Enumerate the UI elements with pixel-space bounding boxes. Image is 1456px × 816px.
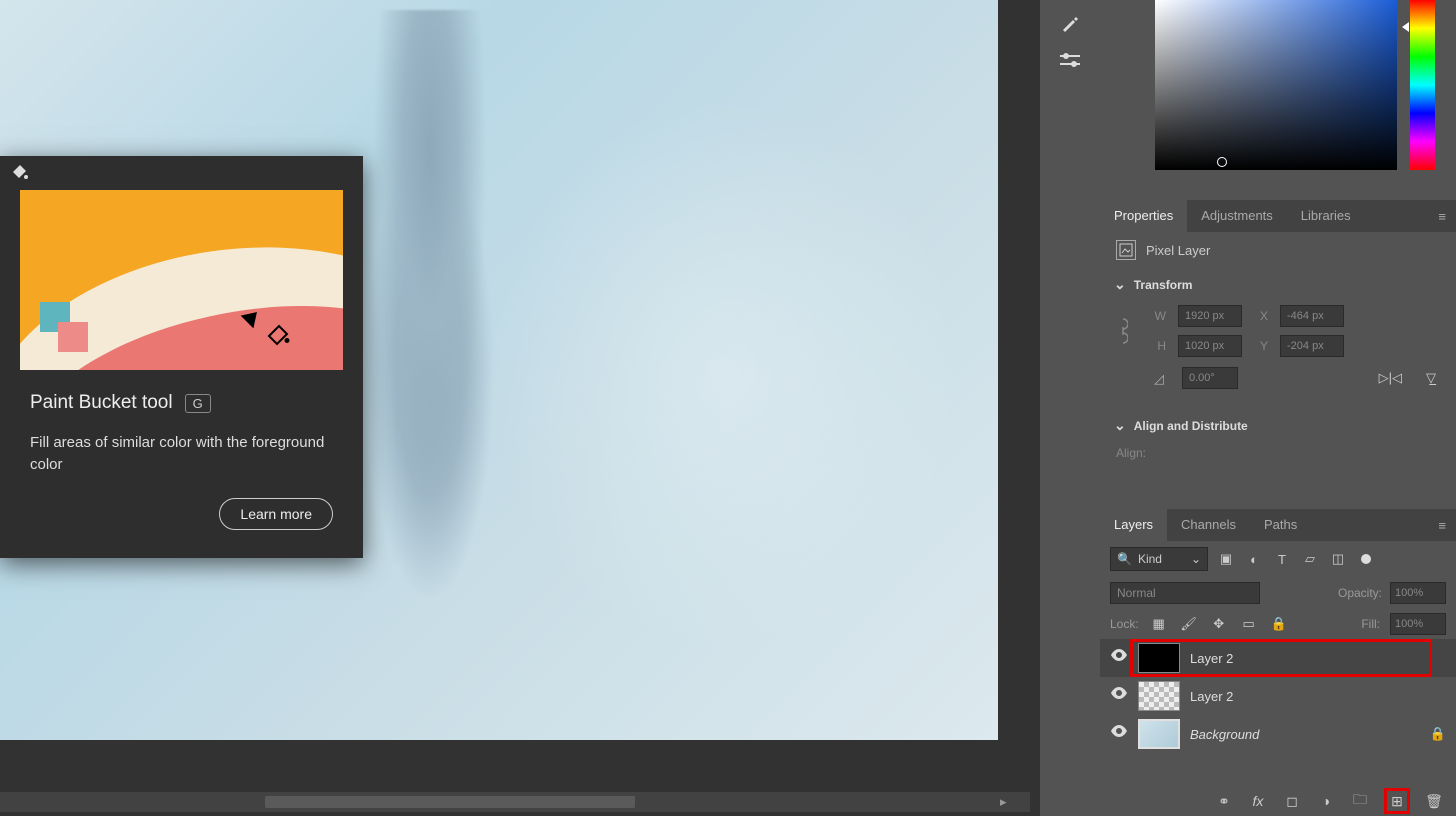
tab-layers[interactable]: Layers: [1100, 509, 1167, 541]
color-picker-marker[interactable]: [1217, 157, 1227, 167]
panel-menu-icon[interactable]: ≡: [1438, 518, 1456, 533]
fill-input[interactable]: 100%: [1390, 613, 1446, 635]
pixel-layer-icon: [1116, 240, 1136, 260]
pixel-layer-label: Pixel Layer: [1146, 243, 1210, 258]
layer-name[interactable]: Layer 2: [1190, 651, 1233, 666]
lock-image-icon[interactable]: 🖌: [1179, 614, 1199, 634]
filter-pixel-icon[interactable]: ▣: [1216, 549, 1236, 569]
adjustment-layer-icon[interactable]: ◑: [1316, 791, 1336, 811]
filter-adjustment-icon[interactable]: ◐: [1244, 549, 1264, 569]
kind-label: Kind: [1138, 552, 1162, 566]
tab-properties[interactable]: Properties: [1100, 200, 1187, 232]
layer-fx-icon[interactable]: fx: [1248, 791, 1268, 811]
tab-libraries[interactable]: Libraries: [1287, 200, 1365, 232]
adjustments-sliders-icon[interactable]: [1058, 48, 1082, 72]
scrollbar-thumb[interactable]: [265, 796, 635, 808]
layer-name[interactable]: Layer 2: [1190, 689, 1233, 704]
height-label: H: [1152, 339, 1166, 353]
tooltip-shortcut: G: [185, 394, 211, 413]
transform-section-header[interactable]: Transform: [1100, 268, 1456, 301]
hue-strip[interactable]: [1410, 0, 1435, 170]
fill-label: Fill:: [1361, 617, 1380, 631]
new-layer-icon[interactable]: ⊞: [1384, 788, 1410, 814]
properties-panel: Pixel Layer Transform W X H Y: [1100, 232, 1456, 464]
hue-slider-arrow[interactable]: [1402, 22, 1409, 32]
collapsed-panel-strip: [1040, 0, 1100, 816]
align-distribute-label: Align and Distribute: [1134, 419, 1248, 433]
canvas-mist: [450, 50, 998, 700]
visibility-eye-icon[interactable]: [1110, 687, 1128, 705]
layer-thumbnail[interactable]: [1138, 719, 1180, 749]
tooltip-title: Paint Bucket tool: [30, 392, 173, 414]
filter-shape-icon[interactable]: ▱: [1300, 549, 1320, 569]
filter-toggle[interactable]: [1356, 549, 1376, 569]
width-input[interactable]: [1178, 305, 1242, 327]
align-label: Align:: [1116, 446, 1146, 460]
lock-icon: 🔒: [1430, 726, 1446, 742]
tab-adjustments[interactable]: Adjustments: [1187, 200, 1287, 232]
layer-name[interactable]: Background: [1190, 727, 1259, 742]
align-section-header[interactable]: Align and Distribute: [1100, 409, 1456, 442]
y-label: Y: [1254, 339, 1268, 353]
learn-more-button[interactable]: Learn more: [219, 498, 333, 530]
brush-settings-icon[interactable]: [1058, 12, 1082, 36]
layer-mask-icon[interactable]: ◻: [1282, 791, 1302, 811]
y-input[interactable]: [1280, 335, 1344, 357]
right-panels: Properties Adjustments Libraries ≡ Pixel…: [1100, 0, 1456, 816]
paint-bucket-icon: [8, 161, 32, 185]
layer-thumbnail[interactable]: [1138, 681, 1180, 711]
layer-row[interactable]: Background 🔒: [1100, 715, 1456, 753]
tooltip-description: Fill areas of similar color with the for…: [30, 432, 333, 476]
search-icon: 🔍: [1117, 552, 1132, 566]
height-input[interactable]: [1178, 335, 1242, 357]
tooltip-preview-image: [20, 190, 343, 370]
opacity-label: Opacity:: [1338, 586, 1382, 600]
filter-type-icon[interactable]: T: [1272, 549, 1292, 569]
x-label: X: [1254, 309, 1268, 323]
horizontal-scrollbar[interactable]: ▸: [0, 792, 1030, 812]
tab-channels[interactable]: Channels: [1167, 509, 1250, 541]
layer-filter-kind[interactable]: 🔍 Kind ⌄: [1110, 547, 1208, 571]
flip-vertical-icon[interactable]: ▽̲: [1426, 370, 1436, 386]
color-field[interactable]: [1155, 0, 1397, 170]
link-dimensions-icon[interactable]: [1114, 311, 1132, 351]
layers-tabset: Layers Channels Paths ≡: [1100, 509, 1456, 541]
chevron-down-icon: [1114, 276, 1126, 293]
x-input[interactable]: [1280, 305, 1344, 327]
layer-thumbnail[interactable]: [1138, 643, 1180, 673]
tool-tooltip: Paint Bucket tool G Fill areas of simila…: [0, 156, 363, 558]
blend-mode-select[interactable]: Normal: [1110, 582, 1260, 604]
properties-tabset: Properties Adjustments Libraries ≡: [1100, 200, 1456, 232]
lock-all-icon[interactable]: 🔒: [1269, 614, 1289, 634]
link-layers-icon[interactable]: ⚭: [1214, 791, 1234, 811]
group-icon[interactable]: 🗀: [1350, 791, 1370, 811]
lock-position-icon[interactable]: ✥: [1209, 614, 1229, 634]
layer-row[interactable]: Layer 2: [1100, 677, 1456, 715]
scrollbar-right-arrow[interactable]: ▸: [1000, 794, 1016, 810]
visibility-eye-icon[interactable]: [1110, 725, 1128, 743]
chevron-down-icon: ⌄: [1191, 552, 1201, 566]
lock-transparent-icon[interactable]: ▦: [1149, 614, 1169, 634]
filter-smart-icon[interactable]: ◫: [1328, 549, 1348, 569]
angle-input[interactable]: [1182, 367, 1238, 389]
layer-row[interactable]: Layer 2: [1100, 639, 1456, 677]
transform-label: Transform: [1134, 278, 1193, 292]
chevron-down-icon: [1114, 417, 1126, 434]
tab-paths[interactable]: Paths: [1250, 509, 1311, 541]
panel-menu-icon[interactable]: ≡: [1438, 209, 1456, 224]
visibility-eye-icon[interactable]: [1110, 649, 1128, 667]
delete-layer-icon[interactable]: 🗑: [1424, 791, 1444, 811]
lock-artboard-icon[interactable]: ▭: [1239, 614, 1259, 634]
layers-panel: 🔍 Kind ⌄ ▣ ◐ T ▱ ◫ Normal Opacity: 100% …: [1100, 541, 1456, 753]
flip-horizontal-icon[interactable]: ▷|◁: [1379, 370, 1402, 386]
width-label: W: [1152, 309, 1166, 323]
layers-footer: ⚭ fx ◻ ◑ 🗀 ⊞ 🗑: [1100, 786, 1456, 816]
lock-label: Lock:: [1110, 617, 1139, 631]
opacity-input[interactable]: 100%: [1390, 582, 1446, 604]
angle-icon: ◿: [1154, 371, 1168, 385]
